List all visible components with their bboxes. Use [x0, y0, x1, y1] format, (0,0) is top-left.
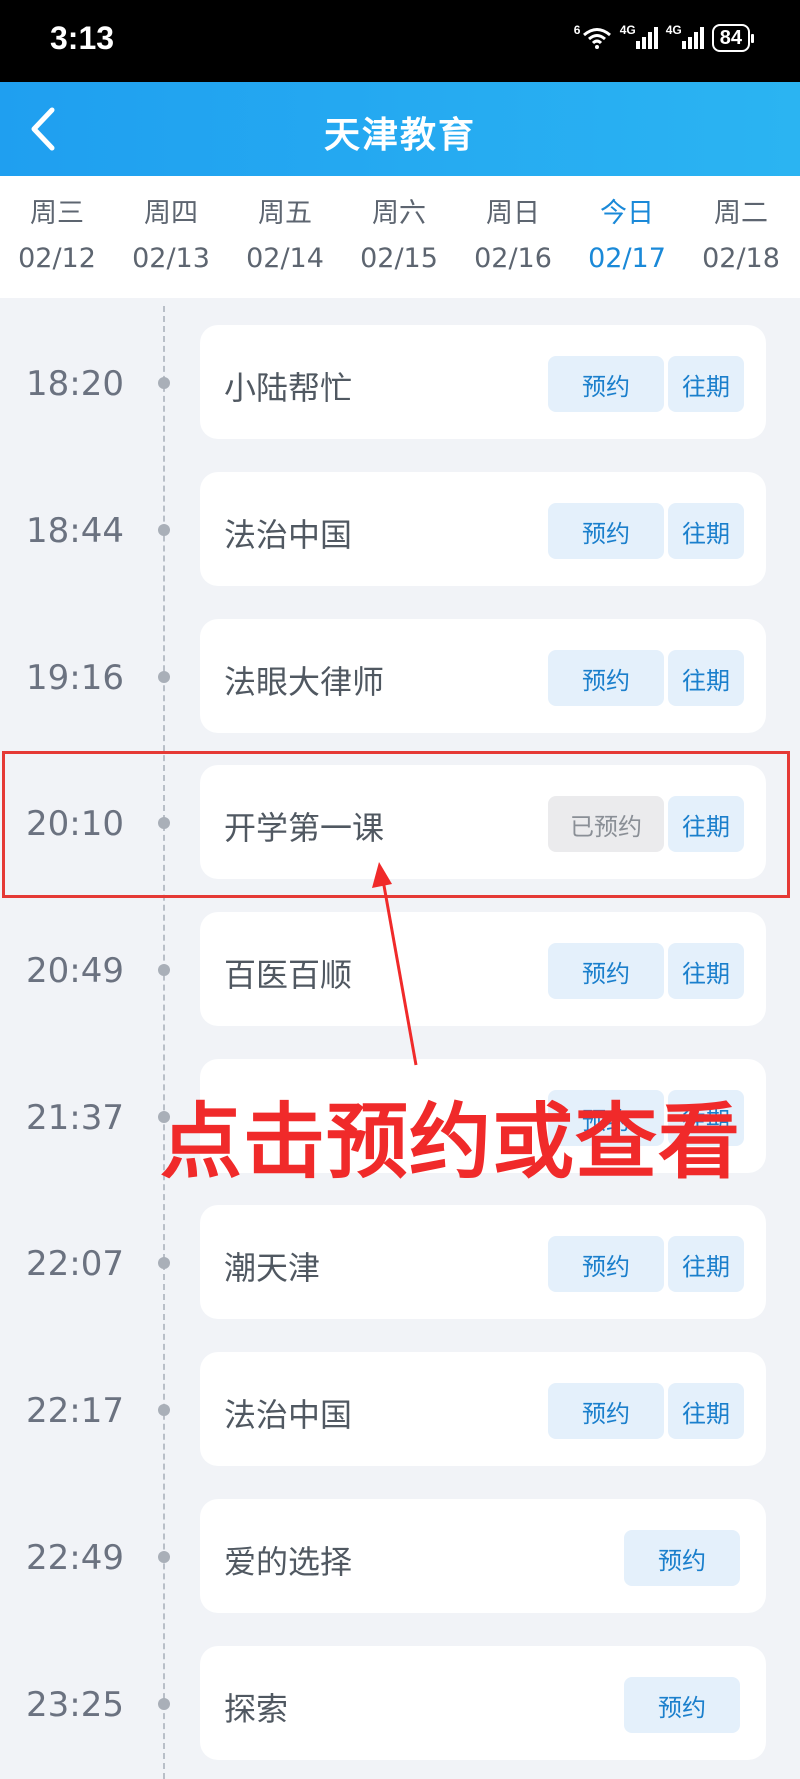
program-card[interactable]: 法治中国 预约 往期 — [200, 1352, 766, 1466]
program-time: 18:20 — [26, 364, 124, 404]
timeline-dot — [158, 1698, 170, 1710]
timeline-dot — [158, 524, 170, 536]
day-tab[interactable]: 周三 02/12 — [7, 194, 107, 284]
timeline-dot — [158, 671, 170, 683]
program-time: 22:07 — [26, 1244, 124, 1284]
past-episodes-button[interactable]: 往期 — [668, 796, 744, 852]
day-weekday: 周五 — [258, 198, 312, 229]
program-name: 潮天津 — [224, 1249, 321, 1287]
status-icons: 6 4G 4G 84 — [574, 23, 755, 52]
program-row: 22:17 法治中国 预约 往期 — [0, 1349, 800, 1466]
program-card[interactable]: 小陆帮忙 预约 往期 — [200, 325, 766, 439]
timeline-dot — [158, 1404, 170, 1416]
timeline-dot — [158, 964, 170, 976]
day-weekday: 周六 — [372, 198, 426, 229]
program-card[interactable]: 爱的选择 预约 — [200, 1499, 766, 1613]
day-date: 02/15 — [360, 243, 438, 274]
program-timeline[interactable]: 18:20 小陆帮忙 预约 往期 18:44 法治中国 预约 往期 19:16 … — [0, 298, 800, 1779]
program-time: 20:49 — [26, 951, 124, 991]
program-name: 开学第一课 — [224, 809, 385, 847]
day-tab[interactable]: 周二 02/18 — [691, 194, 791, 284]
book-button[interactable]: 预约 — [548, 1383, 664, 1439]
day-date: 02/17 — [588, 243, 666, 274]
day-date: 02/18 — [702, 243, 780, 274]
status-time: 3:13 — [50, 20, 115, 56]
program-card[interactable]: 法治中国 预约 往期 — [200, 472, 766, 586]
program-row: 18:20 小陆帮忙 预约 往期 — [0, 322, 800, 439]
book-button[interactable]: 预约 — [548, 1236, 664, 1292]
book-button[interactable]: 预约 — [624, 1677, 740, 1733]
book-button[interactable]: 预约 — [548, 943, 664, 999]
battery-icon: 84 — [711, 24, 755, 52]
cellular-signal-icon: 4G — [666, 23, 704, 49]
program-name: 法眼大律师 — [224, 663, 385, 701]
timeline-dot — [158, 377, 170, 389]
book-button[interactable]: 预约 — [548, 356, 664, 412]
program-time: 21:37 — [26, 1098, 124, 1138]
day-weekday: 周四 — [144, 198, 198, 229]
book-button[interactable]: 预约 — [548, 650, 664, 706]
program-row: 22:07 潮天津 预约 往期 — [0, 1202, 800, 1319]
book-button[interactable]: 预约 — [624, 1530, 740, 1586]
program-card[interactable]: 百医百顺 预约 往期 — [200, 912, 766, 1026]
day-tab[interactable]: 周六 02/15 — [349, 194, 449, 284]
day-date: 02/14 — [246, 243, 324, 274]
program-time: 19:16 — [26, 658, 124, 698]
day-selector: 周三 02/12 周四 02/13 周五 02/14 周六 02/15 周日 0… — [0, 176, 800, 298]
program-name: 小陆帮忙 — [224, 369, 353, 407]
program-row: 19:16 法眼大律师 预约 往期 — [0, 616, 800, 733]
day-weekday: 今日 — [600, 198, 654, 229]
day-weekday: 周二 — [714, 198, 768, 229]
program-card[interactable]: 法眼大律师 预约 往期 — [200, 619, 766, 733]
day-weekday: 周三 — [30, 198, 84, 229]
timeline-dot — [158, 1257, 170, 1269]
day-date: 02/16 — [474, 243, 552, 274]
past-episodes-button[interactable]: 往期 — [668, 943, 744, 999]
app-header: 天津教育 — [0, 82, 800, 176]
day-tab[interactable]: 周日 02/16 — [463, 194, 563, 284]
program-name: 法治中国 — [224, 1396, 353, 1434]
day-date: 02/12 — [18, 243, 96, 274]
program-row: 20:49 百医百顺 预约 往期 — [0, 909, 800, 1026]
program-row: 20:10 开学第一课 已预约 往期 — [0, 762, 800, 879]
program-time: 18:44 — [26, 511, 124, 551]
page-title: 天津教育 — [323, 115, 476, 156]
day-tab-today[interactable]: 今日 02/17 — [577, 194, 677, 284]
program-time: 23:25 — [26, 1685, 124, 1725]
timeline-dot — [158, 1551, 170, 1563]
wifi-icon: 6 — [574, 23, 612, 49]
booked-button[interactable]: 已预约 — [548, 796, 664, 852]
day-tab[interactable]: 周四 02/13 — [121, 194, 221, 284]
day-date: 02/13 — [132, 243, 210, 274]
program-row: 23:25 探索 预约 — [0, 1643, 800, 1760]
day-tab[interactable]: 周五 02/14 — [235, 194, 335, 284]
program-row: 18:44 法治中国 预约 往期 — [0, 469, 800, 586]
status-bar: 3:13 6 4G 4G 84 — [0, 0, 800, 82]
program-time: 22:17 — [26, 1391, 124, 1431]
program-name: 爱的选择 — [224, 1543, 353, 1581]
past-episodes-button[interactable]: 往期 — [668, 503, 744, 559]
program-time: 20:10 — [26, 804, 124, 844]
past-episodes-button[interactable]: 往期 — [668, 650, 744, 706]
timeline-dot — [158, 817, 170, 829]
program-card[interactable]: 潮天津 预约 往期 — [200, 1205, 766, 1319]
past-episodes-button[interactable]: 往期 — [668, 356, 744, 412]
program-card[interactable]: 探索 预约 — [200, 1646, 766, 1760]
past-episodes-button[interactable]: 往期 — [668, 1236, 744, 1292]
day-weekday: 周日 — [486, 198, 540, 229]
program-row: 22:49 爱的选择 预约 — [0, 1496, 800, 1613]
program-card[interactable]: 开学第一课 已预约 往期 — [200, 765, 766, 879]
battery-level: 84 — [719, 26, 742, 49]
book-button[interactable]: 预约 — [548, 503, 664, 559]
program-name: 百医百顺 — [224, 956, 353, 994]
annotation-text: 点击预约或查看 — [160, 1095, 742, 1190]
program-name: 探索 — [224, 1690, 289, 1728]
cellular-signal-icon: 4G — [620, 23, 658, 49]
program-time: 22:49 — [26, 1538, 124, 1578]
past-episodes-button[interactable]: 往期 — [668, 1383, 744, 1439]
program-name: 法治中国 — [224, 516, 353, 554]
